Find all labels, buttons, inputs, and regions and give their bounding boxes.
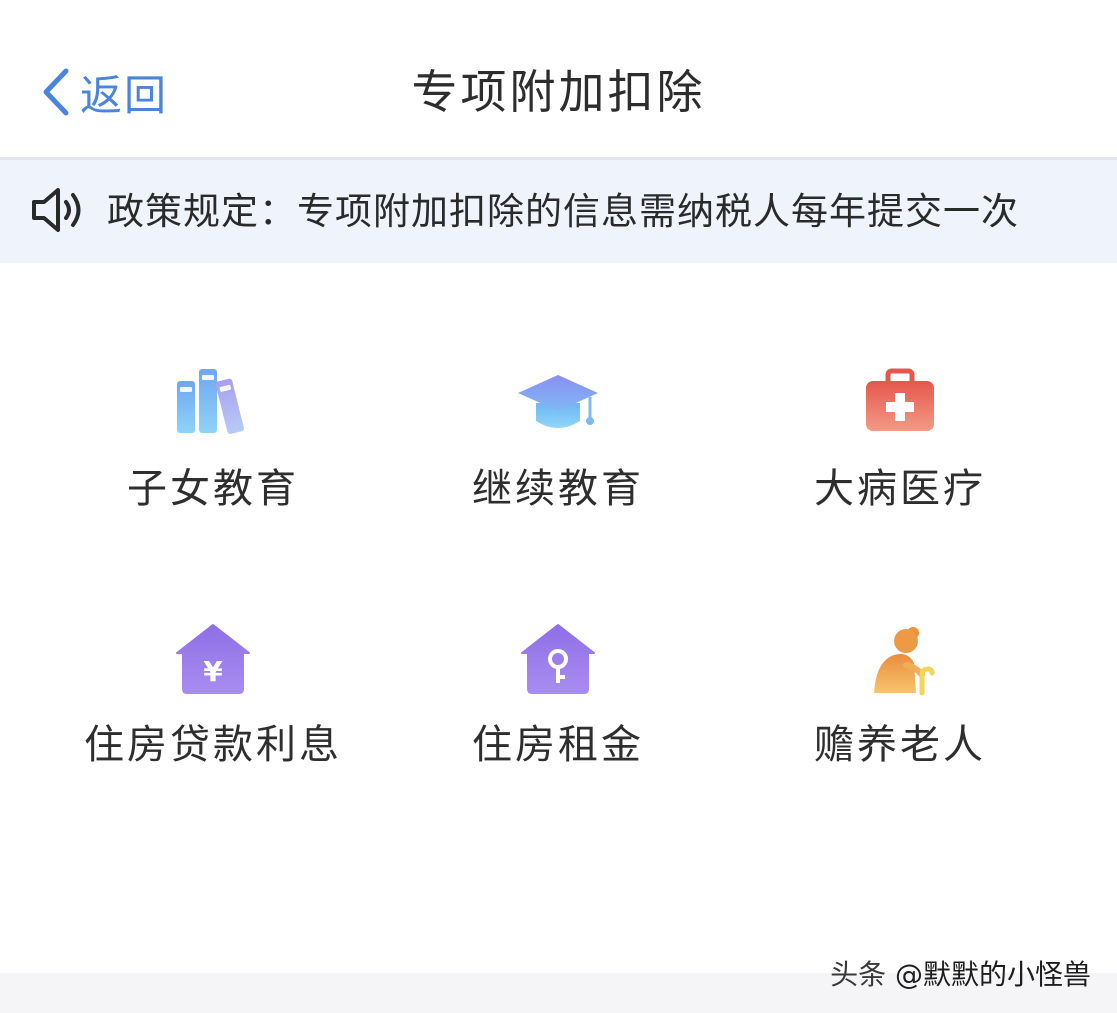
watermark-prefix: 头条 xyxy=(830,958,887,991)
item-label: 赡养老人 xyxy=(814,722,986,768)
item-label: 子女教育 xyxy=(127,466,299,512)
speaker-icon xyxy=(32,188,81,232)
policy-notice-text: 政策规定：专项附加扣除的信息需纳税人每年提交一次 xyxy=(107,190,1019,233)
item-label: 继续教育 xyxy=(472,466,644,512)
item-serious-illness-medical[interactable]: 大病医疗 xyxy=(714,365,1086,585)
watermark: 头条 @默默的小怪兽 xyxy=(830,955,1091,995)
watermark-handle: @默默的小怪兽 xyxy=(894,958,1091,991)
item-continuing-education[interactable]: 继续教育 xyxy=(372,365,744,585)
page-title: 专项附加扣除 xyxy=(411,65,706,119)
navigation-bar: 返回 专项附加扣除 xyxy=(0,0,1117,160)
house-yen-icon: ¥ xyxy=(163,621,263,701)
books-icon xyxy=(163,365,263,445)
item-housing-rent[interactable]: 住房租金 xyxy=(372,621,744,841)
deduction-grid: 子女教育 继续教育 大病医疗 ¥ 住房贷款利息 住房租金 赡养老人 xyxy=(0,263,1117,973)
medical-kit-icon xyxy=(850,365,950,445)
item-elderly-support[interactable]: 赡养老人 xyxy=(714,621,1086,841)
house-key-icon xyxy=(508,621,608,701)
item-housing-loan-interest[interactable]: ¥ 住房贷款利息 xyxy=(27,621,399,841)
graduation-cap-icon xyxy=(508,365,608,445)
svg-text:¥: ¥ xyxy=(203,655,223,688)
elderly-person-icon xyxy=(850,621,950,701)
item-label: 住房贷款利息 xyxy=(84,722,342,768)
item-children-education[interactable]: 子女教育 xyxy=(27,365,399,585)
item-label: 住房租金 xyxy=(472,722,644,768)
item-label: 大病医疗 xyxy=(814,466,986,512)
